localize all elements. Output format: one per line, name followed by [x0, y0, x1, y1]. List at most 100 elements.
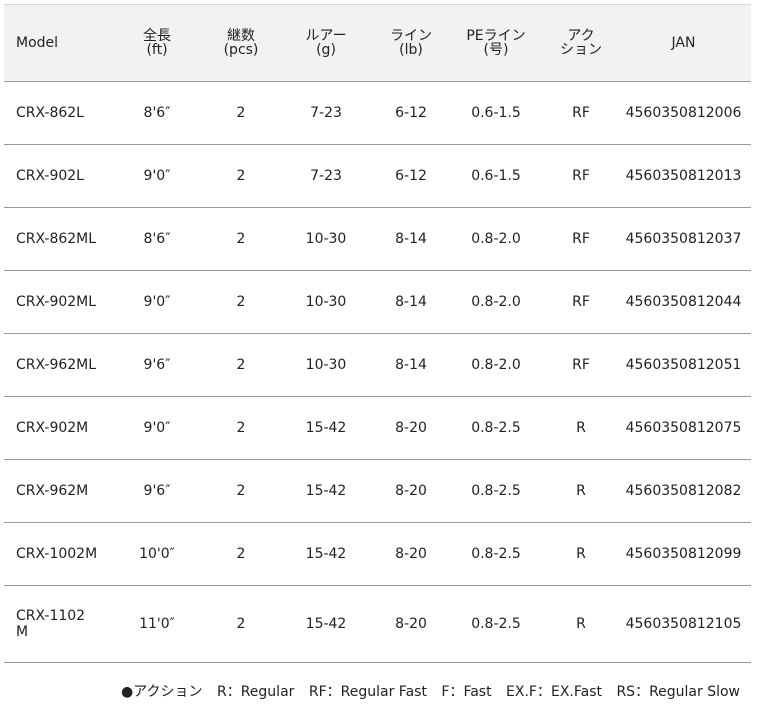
cell-model: CRX-902M: [4, 396, 108, 460]
cell-pieces: 2: [206, 585, 276, 663]
cell-length: 9'0″: [108, 144, 206, 208]
cell-action: RF: [546, 207, 616, 271]
table-row: CRX-962M 9'6″ 2 15-42 8-20 0.8-2.5 R 456…: [4, 459, 751, 523]
cell-line: 8-20: [376, 459, 446, 523]
cell-jan: 4560350812099: [616, 522, 751, 586]
cell-model: CRX-862ML: [4, 207, 108, 271]
cell-length: 9'0″: [108, 270, 206, 334]
cell-lure: 7-23: [276, 81, 376, 145]
cell-model: CRX-1002M: [4, 522, 108, 586]
cell-line: 6-12: [376, 81, 446, 145]
table-row: CRX-862ML 8'6″ 2 10-30 8-14 0.8-2.0 RF 4…: [4, 207, 751, 271]
cell-jan: 4560350812044: [616, 270, 751, 334]
cell-pe-line: 0.8-2.0: [446, 333, 546, 397]
spec-table: Model 全長 (ft) 継数 (pcs) ルアー (g) ライン (lb) PEライ…: [4, 4, 751, 663]
col-header-model: Model: [4, 4, 108, 82]
cell-line: 8-20: [376, 585, 446, 663]
cell-lure: 15-42: [276, 459, 376, 523]
cell-jan: 4560350812013: [616, 144, 751, 208]
cell-line: 8-20: [376, 522, 446, 586]
col-header-pe-line: PEライン (号): [446, 4, 546, 82]
col-header-jan: JAN: [616, 4, 751, 82]
table-row: CRX-862L 8'6″ 2 7-23 6-12 0.6-1.5 RF 456…: [4, 81, 751, 145]
cell-pe-line: 0.8-2.5: [446, 459, 546, 523]
action-legend: ●アクション R：Regular RF：Regular Fast F：Fast …: [121, 681, 740, 701]
table-row: CRX-1002M 10'0″ 2 15-42 8-20 0.8-2.5 R 4…: [4, 522, 751, 586]
cell-pe-line: 0.8-2.0: [446, 270, 546, 334]
cell-lure: 15-42: [276, 585, 376, 663]
cell-line: 6-12: [376, 144, 446, 208]
col-header-pieces: 継数 (pcs): [206, 4, 276, 82]
cell-pieces: 2: [206, 270, 276, 334]
cell-pieces: 2: [206, 207, 276, 271]
table-row: CRX-902M 9'0″ 2 15-42 8-20 0.8-2.5 R 456…: [4, 396, 751, 460]
cell-jan: 4560350812105: [616, 585, 751, 663]
cell-pe-line: 0.6-1.5: [446, 144, 546, 208]
legend-title: アクション: [133, 684, 203, 700]
cell-jan: 4560350812037: [616, 207, 751, 271]
cell-action: RF: [546, 144, 616, 208]
cell-pe-line: 0.8-2.5: [446, 585, 546, 663]
cell-pe-line: 0.8-2.5: [446, 522, 546, 586]
cell-pieces: 2: [206, 81, 276, 145]
table-row: CRX-1102M 11'0″ 2 15-42 8-20 0.8-2.5 R 4…: [4, 585, 751, 663]
legend-item: R：Regular: [216, 684, 295, 700]
cell-length: 9'0″: [108, 396, 206, 460]
cell-jan: 4560350812075: [616, 396, 751, 460]
col-header-action: アク ション: [546, 4, 616, 82]
legend-item: RF：Regular Fast: [308, 684, 427, 700]
cell-model: CRX-1102M: [4, 585, 108, 663]
cell-pe-line: 0.6-1.5: [446, 81, 546, 145]
cell-pieces: 2: [206, 522, 276, 586]
cell-jan: 4560350812051: [616, 333, 751, 397]
cell-length: 8'6″: [108, 81, 206, 145]
cell-line: 8-14: [376, 207, 446, 271]
cell-lure: 10-30: [276, 333, 376, 397]
cell-length: 9'6″: [108, 333, 206, 397]
cell-action: RF: [546, 333, 616, 397]
legend-item: F：Fast: [441, 684, 492, 700]
cell-lure: 7-23: [276, 144, 376, 208]
cell-line: 8-20: [376, 396, 446, 460]
cell-jan: 4560350812082: [616, 459, 751, 523]
cell-lure: 15-42: [276, 396, 376, 460]
cell-pe-line: 0.8-2.0: [446, 207, 546, 271]
cell-action: R: [546, 585, 616, 663]
cell-line: 8-14: [376, 333, 446, 397]
cell-model-text: CRX-1102M: [16, 608, 86, 640]
cell-model: CRX-962ML: [4, 333, 108, 397]
cell-lure: 15-42: [276, 522, 376, 586]
cell-model: CRX-902L: [4, 144, 108, 208]
cell-action: R: [546, 396, 616, 460]
cell-pe-line: 0.8-2.5: [446, 396, 546, 460]
col-header-length: 全長 (ft): [108, 4, 206, 82]
cell-model: CRX-902ML: [4, 270, 108, 334]
cell-pieces: 2: [206, 459, 276, 523]
bullet-icon: ●: [121, 684, 134, 700]
cell-action: R: [546, 522, 616, 586]
cell-lure: 10-30: [276, 270, 376, 334]
cell-action: RF: [546, 81, 616, 145]
cell-pieces: 2: [206, 144, 276, 208]
table-row: CRX-902L 9'0″ 2 7-23 6-12 0.6-1.5 RF 456…: [4, 144, 751, 208]
cell-length: 9'6″: [108, 459, 206, 523]
cell-lure: 10-30: [276, 207, 376, 271]
table-row: CRX-902ML 9'0″ 2 10-30 8-14 0.8-2.0 RF 4…: [4, 270, 751, 334]
col-header-line: ライン (lb): [376, 4, 446, 82]
legend-item: RS：Regular Slow: [616, 684, 741, 700]
cell-length: 8'6″: [108, 207, 206, 271]
table-row: CRX-962ML 9'6″ 2 10-30 8-14 0.8-2.0 RF 4…: [4, 333, 751, 397]
cell-pieces: 2: [206, 396, 276, 460]
cell-length: 10'0″: [108, 522, 206, 586]
cell-action: RF: [546, 270, 616, 334]
cell-length: 11'0″: [108, 585, 206, 663]
cell-pieces: 2: [206, 333, 276, 397]
header-row: Model 全長 (ft) 継数 (pcs) ルアー (g) ライン (lb) PEライ…: [4, 4, 751, 82]
cell-action: R: [546, 459, 616, 523]
cell-model: CRX-862L: [4, 81, 108, 145]
cell-line: 8-14: [376, 270, 446, 334]
col-header-lure: ルアー (g): [276, 4, 376, 82]
cell-model: CRX-962M: [4, 459, 108, 523]
cell-jan: 4560350812006: [616, 81, 751, 145]
legend-item: EX.F：EX.Fast: [506, 684, 602, 700]
